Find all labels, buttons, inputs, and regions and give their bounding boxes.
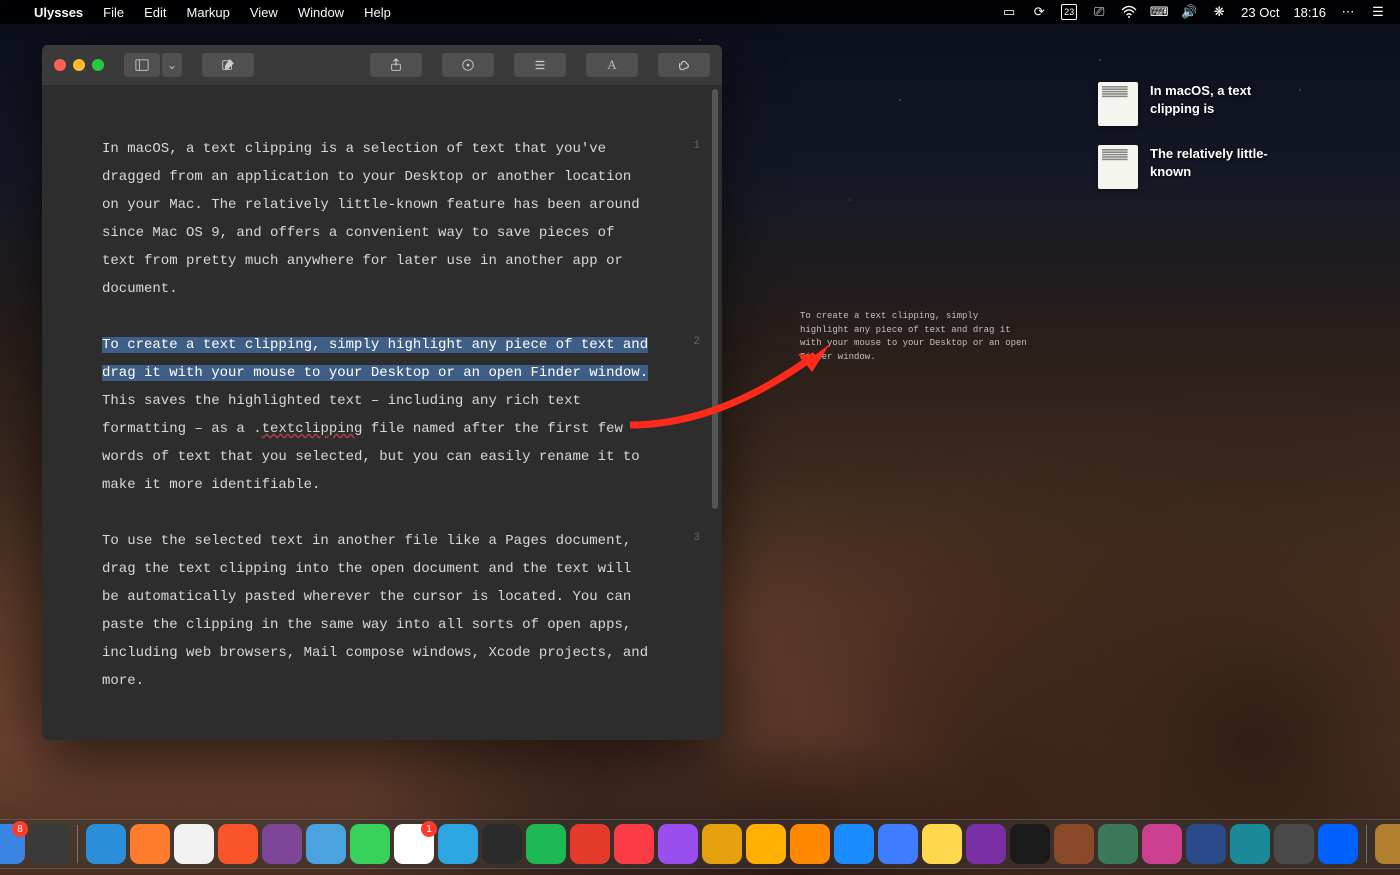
drag-ghost-text: To create a text clipping, simply highli… xyxy=(800,310,1030,364)
dock-app2[interactable] xyxy=(1098,824,1138,864)
badge: 8 xyxy=(12,821,28,837)
desktop-clipping[interactable]: The relatively little-known xyxy=(1098,145,1300,189)
desktop-clipping[interactable]: In macOS, a text clipping is xyxy=(1098,82,1300,126)
dock-spotify[interactable] xyxy=(526,824,566,864)
list-view-button[interactable] xyxy=(514,53,566,77)
dock-mail[interactable]: 8 xyxy=(0,824,25,864)
dock-slack[interactable]: 1 xyxy=(394,824,434,864)
menu-view[interactable]: View xyxy=(250,5,278,20)
spellcheck-word[interactable]: textclipping xyxy=(262,421,363,437)
display-icon[interactable]: ▭ xyxy=(1001,4,1017,20)
textclipping-icon xyxy=(1098,82,1138,126)
editor-area[interactable]: In macOS, a text clipping is a selection… xyxy=(42,85,722,740)
dock-tor[interactable] xyxy=(262,824,302,864)
goals-button[interactable] xyxy=(442,53,494,77)
dock-music[interactable] xyxy=(614,824,654,864)
attachments-button[interactable] xyxy=(658,53,710,77)
date-badge-icon[interactable]: 23 xyxy=(1061,4,1077,20)
dock-pixelmator[interactable] xyxy=(1142,824,1182,864)
clipping-label: The relatively little-known xyxy=(1150,145,1300,180)
dock-telegram[interactable] xyxy=(438,824,478,864)
compose-button[interactable] xyxy=(202,53,254,77)
textclipping-icon xyxy=(1098,145,1138,189)
traffic-lights xyxy=(54,59,104,71)
menubar-date[interactable]: 23 Oct xyxy=(1241,5,1279,20)
dock-transmit[interactable] xyxy=(1375,824,1400,864)
list-icon[interactable]: ☰ xyxy=(1370,4,1386,20)
volume-icon[interactable]: 🔊 xyxy=(1181,4,1197,20)
dock-firefox[interactable] xyxy=(130,824,170,864)
dock-plex[interactable] xyxy=(702,824,742,864)
dock-vlc[interactable] xyxy=(790,824,830,864)
menu-file[interactable]: File xyxy=(103,5,124,20)
close-button[interactable] xyxy=(54,59,66,71)
dock-chrome[interactable] xyxy=(174,824,214,864)
menu-edit[interactable]: Edit xyxy=(144,5,166,20)
menu-markup[interactable]: Markup xyxy=(187,5,230,20)
dock-safari[interactable] xyxy=(86,824,126,864)
typography-button[interactable]: A xyxy=(586,53,638,77)
share-button[interactable] xyxy=(370,53,422,77)
badge: 1 xyxy=(421,821,437,837)
dock-separator xyxy=(77,825,78,863)
menubar: Ulysses File Edit Markup View Window Hel… xyxy=(0,0,1400,24)
minimize-button[interactable] xyxy=(73,59,85,71)
dock-tweetbot[interactable] xyxy=(306,824,346,864)
selected-text[interactable]: To create a text clipping, simply highli… xyxy=(102,337,648,381)
dock-things[interactable] xyxy=(878,824,918,864)
dock-app1[interactable] xyxy=(1054,824,1094,864)
paragraph-2[interactable]: To create a text clipping, simply highli… xyxy=(102,331,652,499)
keyboard-icon[interactable]: ⌨ xyxy=(1151,4,1167,20)
overflow-icon[interactable]: ⋯ xyxy=(1340,4,1356,20)
sidebar-menu-button[interactable]: ⌄ xyxy=(162,53,182,77)
dock-apollo[interactable] xyxy=(482,824,522,864)
app-menu[interactable]: Ulysses xyxy=(34,5,83,20)
paragraph-1[interactable]: In macOS, a text clipping is a selection… xyxy=(102,135,652,303)
clipping-label: In macOS, a text clipping is xyxy=(1150,82,1300,117)
dock-1password[interactable] xyxy=(834,824,874,864)
dock: 81 xyxy=(0,819,1400,869)
sidebar-toggle-button[interactable] xyxy=(124,53,160,77)
dock-app3[interactable] xyxy=(1186,824,1226,864)
sync-icon[interactable]: ⟳ xyxy=(1031,4,1047,20)
dock-brave[interactable] xyxy=(218,824,258,864)
dock-news[interactable] xyxy=(570,824,610,864)
paragraph-number: 2 xyxy=(693,331,700,353)
dock-podcasts[interactable] xyxy=(658,824,698,864)
menu-help[interactable]: Help xyxy=(364,5,391,20)
dock-hazel[interactable] xyxy=(746,824,786,864)
dock-messages[interactable] xyxy=(350,824,390,864)
window-titlebar[interactable]: ⌄ A xyxy=(42,45,722,85)
paragraph-3[interactable]: To use the selected text in another file… xyxy=(102,527,652,695)
menu-window[interactable]: Window xyxy=(298,5,344,20)
dock-app5[interactable] xyxy=(1274,824,1314,864)
airplay-icon[interactable]: ⎚ xyxy=(1091,4,1107,20)
paragraph-number: 3 xyxy=(693,527,700,549)
dock-ulysses[interactable] xyxy=(922,824,962,864)
dock-app4[interactable] xyxy=(1230,824,1270,864)
snowflake-icon[interactable]: ❋ xyxy=(1211,4,1227,20)
zoom-button[interactable] xyxy=(92,59,104,71)
paragraph-number: 1 xyxy=(693,135,700,157)
dock-separator xyxy=(1366,825,1367,863)
dock-dropbox[interactable] xyxy=(1318,824,1358,864)
dock-onenote[interactable] xyxy=(966,824,1006,864)
ulysses-window: ⌄ A In macOS, a text clipping is a selec… xyxy=(42,45,722,740)
menubar-time[interactable]: 18:16 xyxy=(1293,5,1326,20)
dock-mission[interactable] xyxy=(29,824,69,864)
dock-terminal[interactable] xyxy=(1010,824,1050,864)
scrollbar[interactable] xyxy=(712,89,718,509)
wifi-icon[interactable] xyxy=(1121,4,1137,20)
